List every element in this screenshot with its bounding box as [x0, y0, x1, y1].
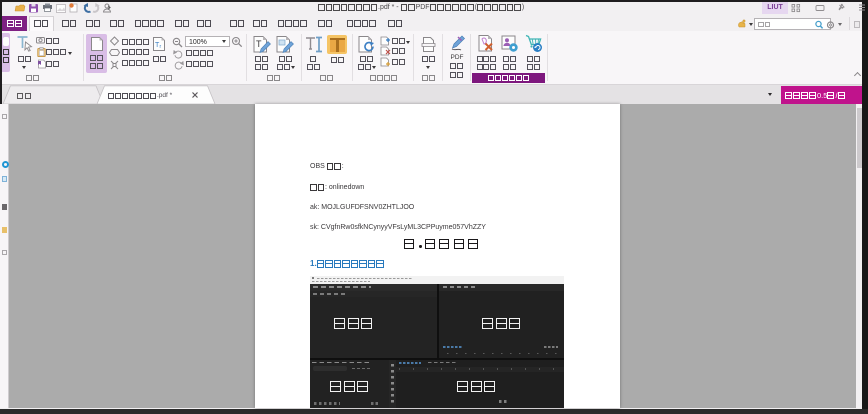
svg-text:T: T	[256, 39, 262, 49]
